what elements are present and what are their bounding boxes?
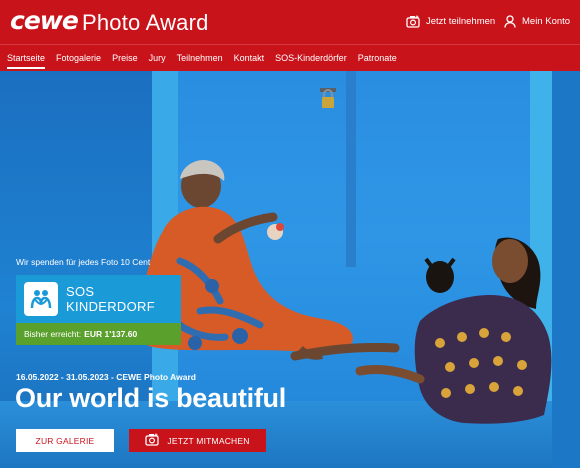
join-now-button-label: JETZT MITMACHEN	[167, 435, 250, 446]
main-navigation: Startseite Fotogalerie Preise Jury Teiln…	[0, 44, 580, 71]
nav-item-preise[interactable]: Preise	[112, 45, 138, 71]
donation-note: Wir spenden für jedes Foto 10 Cent	[16, 257, 151, 267]
sos-kinderdorf-banner[interactable]: SOS KINDERDORF	[16, 275, 181, 323]
join-now-button[interactable]: JETZT MITMACHEN	[129, 429, 266, 452]
hero-headline: Our world is beautiful	[15, 383, 286, 413]
join-now-link[interactable]: Jetzt teilnehmen	[406, 15, 495, 28]
my-account-label: Mein Konto	[522, 16, 571, 27]
camera-plus-icon	[145, 433, 160, 448]
sos-name-line2: KINDERDORF	[66, 299, 155, 314]
nav-item-kontakt[interactable]: Kontakt	[234, 45, 265, 71]
award-dates: 16.05.2022 - 31.05.2023 - CEWE Photo Awa…	[16, 372, 196, 382]
nav-item-startseite[interactable]: Startseite	[7, 45, 46, 71]
nav-item-sos-kinderdoerfer[interactable]: SOS-Kinderdörfer	[275, 45, 347, 71]
hero-banner: Wir spenden für jedes Foto 10 Cent SOS K…	[0, 71, 580, 468]
site-title: Photo Award	[82, 10, 209, 35]
donation-progress-label: Bisher erreicht:	[24, 329, 82, 339]
donation-progress-value: EUR 1'137.60	[84, 329, 138, 339]
sos-name-line1: SOS	[66, 284, 95, 299]
camera-plus-icon	[406, 15, 420, 28]
to-gallery-button[interactable]: ZUR GALERIE	[16, 429, 114, 452]
nav-item-jury[interactable]: Jury	[149, 45, 166, 71]
top-header: cewe Photo Award Jetzt teilnehmen Mein K…	[0, 0, 580, 44]
donation-progress: Bisher erreicht: EUR 1'137.60	[16, 323, 181, 345]
nav-item-patronate[interactable]: Patronate	[358, 45, 397, 71]
nav-item-teilnehmen[interactable]: Teilnehmen	[177, 45, 223, 71]
sos-kinderdorf-name: SOS KINDERDORF	[66, 284, 155, 314]
sos-kinderdorf-logo-icon	[24, 282, 58, 316]
cewe-logo[interactable]: cewe	[10, 6, 79, 35]
my-account-link[interactable]: Mein Konto	[504, 15, 570, 28]
nav-item-fotogalerie[interactable]: Fotogalerie	[56, 45, 101, 71]
join-now-label: Jetzt teilnehmen	[426, 16, 496, 27]
user-icon	[504, 15, 516, 28]
